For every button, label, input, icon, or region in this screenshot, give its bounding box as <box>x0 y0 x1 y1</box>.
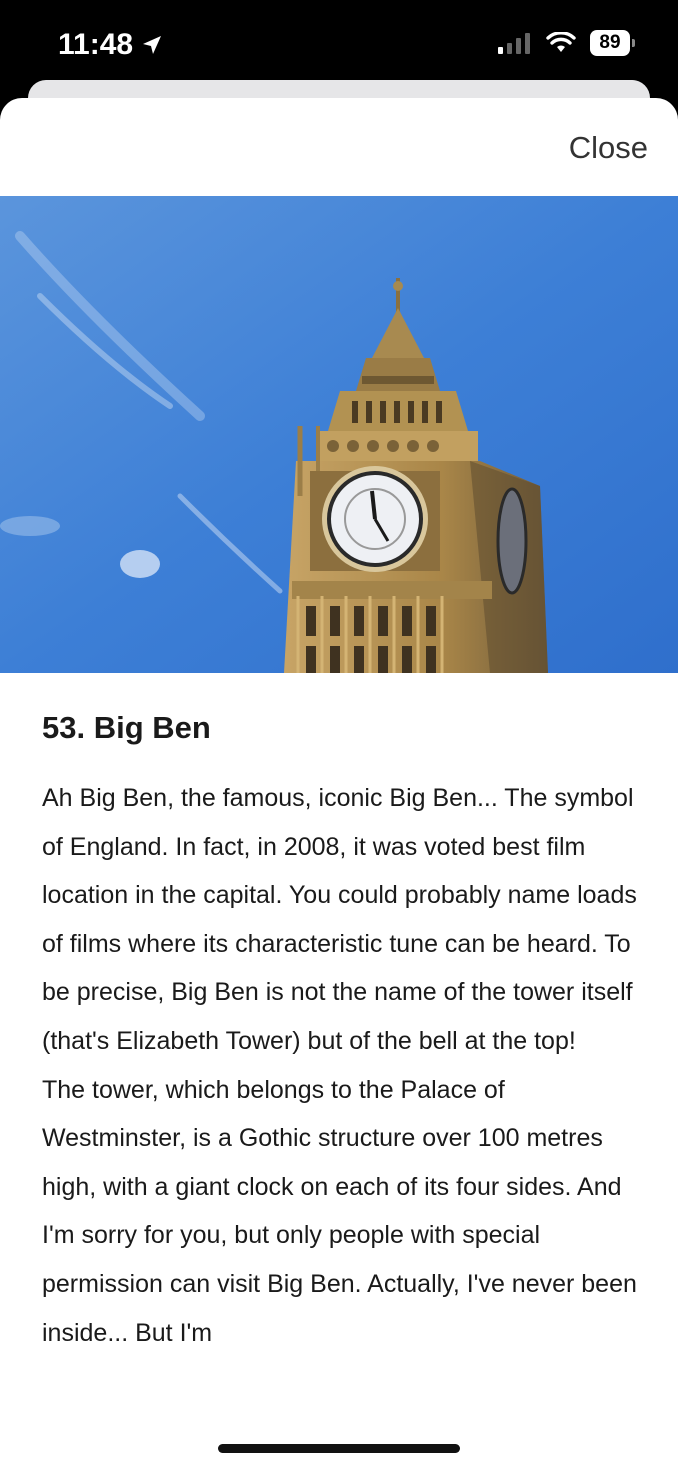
status-right: 89 <box>498 30 635 56</box>
sheet-header: Close <box>0 98 678 196</box>
signal-icon <box>498 33 530 54</box>
article-paragraph-2: The tower, which belongs to the Palace o… <box>42 1075 637 1347</box>
article-content: 53. Big Ben Ah Big Ben, the famous, icon… <box>42 710 642 1357</box>
article-paragraph-1: Ah Big Ben, the famous, iconic Big Ben..… <box>42 784 637 1055</box>
battery-icon: 89 <box>590 30 635 56</box>
location-arrow-icon <box>143 36 162 54</box>
hero-image-big-ben <box>0 196 678 673</box>
wifi-icon <box>546 32 576 52</box>
modal-sheet: Close 53. Big Ben Ah Big Ben, the famous… <box>0 98 678 1464</box>
battery-level: 89 <box>599 32 621 53</box>
article-title: 53. Big Ben <box>42 710 211 745</box>
status-bar: 11:48 89 <box>0 0 678 90</box>
close-button[interactable]: Close <box>569 130 648 166</box>
status-time-group: 11:48 <box>58 28 163 62</box>
big-ben-photo <box>0 196 678 673</box>
status-time: 11:48 <box>58 28 134 61</box>
home-indicator[interactable] <box>218 1444 460 1453</box>
